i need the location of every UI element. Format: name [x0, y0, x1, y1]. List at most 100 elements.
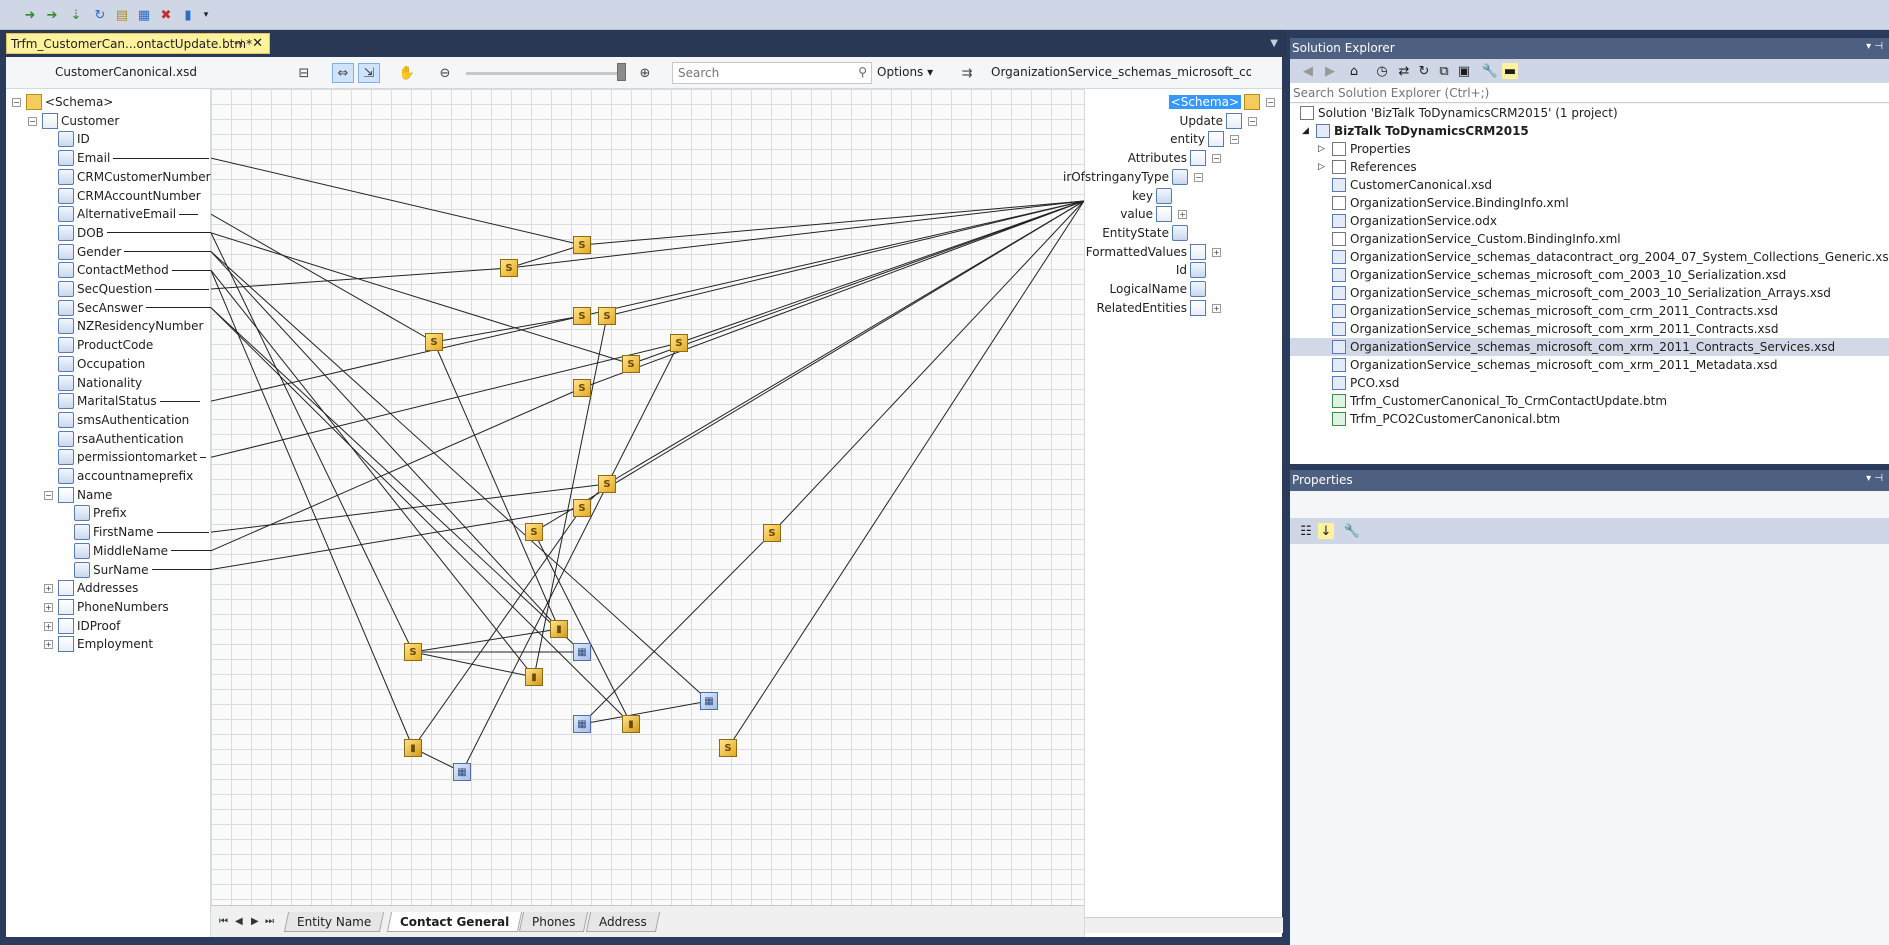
options-dropdown[interactable]: Options ▾: [877, 65, 933, 79]
map-link[interactable]: [211, 315, 583, 402]
map-link[interactable]: [533, 315, 608, 678]
source-node[interactable]: smsAuthentication: [58, 411, 189, 429]
next-page-icon[interactable]: ▶: [251, 916, 259, 927]
destination-node[interactable]: entity: [1170, 130, 1224, 148]
solution-item[interactable]: OrganizationService.odx: [1290, 212, 1889, 230]
prev-page-icon[interactable]: ◀: [235, 916, 243, 927]
source-node[interactable]: IDProof: [58, 617, 120, 635]
expand-arrow-icon[interactable]: ◢: [1302, 126, 1309, 136]
map-link[interactable]: [211, 342, 680, 458]
solution-item[interactable]: OrganizationService_schemas_microsoft_co…: [1290, 302, 1889, 320]
tab-dropdown-icon[interactable]: ▼: [1270, 38, 1278, 49]
page-tab[interactable]: Address: [586, 912, 661, 932]
toolbar-overflow-icon[interactable]: ▾: [198, 7, 214, 23]
solution-item[interactable]: OrganizationService_Custom.BindingInfo.x…: [1290, 230, 1889, 248]
map-link[interactable]: [211, 251, 560, 630]
map-link[interactable]: [630, 200, 1084, 365]
page-tab[interactable]: Entity Name: [283, 912, 385, 932]
indicate-matches-icon[interactable]: ⊟: [293, 63, 315, 83]
solution-item[interactable]: OrganizationService_schemas_microsoft_co…: [1290, 284, 1889, 302]
delete-icon[interactable]: ✖: [158, 7, 174, 23]
expand-toggle-icon[interactable]: −: [1194, 172, 1203, 182]
expand-toggle-icon[interactable]: +: [1178, 210, 1187, 220]
schema-options-icon[interactable]: ⇉: [956, 63, 978, 83]
script-functoid-icon[interactable]: S: [622, 355, 640, 373]
map-link[interactable]: [533, 200, 1084, 533]
refresh-icon[interactable]: ↻: [92, 7, 108, 23]
relevance-view-icon[interactable]: ⇲: [358, 63, 380, 83]
map-link[interactable]: [211, 267, 510, 290]
database-functoid-icon[interactable]: ▮: [622, 715, 640, 733]
run-all-icon[interactable]: ➜: [22, 7, 38, 23]
zoom-slider-thumb[interactable]: [617, 63, 626, 81]
map-link[interactable]: [412, 628, 560, 653]
solution-item[interactable]: CustomerCanonical.xsd: [1290, 176, 1889, 194]
script-functoid-icon[interactable]: S: [573, 236, 591, 254]
expand-toggle-icon[interactable]: −: [12, 98, 21, 107]
map-link[interactable]: [433, 315, 583, 343]
database-functoid-icon[interactable]: ▮: [404, 739, 422, 757]
destination-node[interactable]: irOfstringanyType: [1063, 168, 1188, 186]
solution-item[interactable]: OrganizationService_schemas_microsoft_co…: [1290, 356, 1889, 374]
page-tab[interactable]: Contact General: [387, 912, 523, 932]
expand-toggle-icon[interactable]: +: [44, 602, 53, 612]
script-functoid-icon[interactable]: S: [598, 307, 616, 325]
database-functoid-icon[interactable]: ▮: [550, 620, 568, 638]
expand-toggle-icon[interactable]: −: [1266, 98, 1275, 107]
page-tab[interactable]: Phones: [519, 912, 589, 932]
script-functoid-icon[interactable]: S: [719, 739, 737, 757]
home-icon[interactable]: ⌂: [1346, 63, 1362, 79]
map-link[interactable]: [581, 200, 1084, 246]
expand-toggle-icon[interactable]: −: [1212, 154, 1221, 164]
refresh-tree-icon[interactable]: ↻: [1416, 63, 1432, 79]
source-node[interactable]: Occupation: [58, 355, 145, 373]
solution-item[interactable]: Solution 'BizTalk ToDynamicsCRM2015' (1 …: [1290, 104, 1889, 122]
grid-search-box[interactable]: ⚲: [672, 62, 872, 84]
wrench-icon[interactable]: 🔧: [1482, 63, 1498, 79]
script-functoid-icon[interactable]: S: [573, 499, 591, 517]
map-link[interactable]: [211, 213, 435, 343]
script-functoid-icon[interactable]: S: [763, 524, 781, 542]
database-functoid-icon[interactable]: ▮: [525, 668, 543, 686]
destination-node[interactable]: LogicalName: [1110, 280, 1206, 298]
source-node[interactable]: Employment: [58, 635, 153, 653]
solution-item[interactable]: OrganizationService_schemas_microsoft_co…: [1290, 266, 1889, 284]
source-node[interactable]: Prefix: [74, 504, 127, 522]
solution-item[interactable]: ◢ BizTalk ToDynamicsCRM2015: [1290, 122, 1889, 140]
source-node[interactable]: CRMAccountNumber: [58, 187, 201, 205]
back-icon[interactable]: ◀: [1300, 63, 1316, 79]
source-node[interactable]: NZResidencyNumber: [58, 317, 203, 335]
link-view-icon[interactable]: ⇔: [332, 63, 354, 83]
zoom-out-icon[interactable]: ⊖: [434, 63, 456, 83]
collapse-all-icon[interactable]: ⧉: [1436, 63, 1452, 79]
table-functoid-icon[interactable]: ▦: [453, 763, 471, 781]
map-link[interactable]: [433, 341, 560, 630]
destination-node[interactable]: Id: [1176, 261, 1206, 279]
pan-hand-icon[interactable]: ✋: [396, 63, 418, 83]
map-link[interactable]: [771, 200, 1084, 534]
pane-pin-icon[interactable]: ▾ ⊣: [1866, 41, 1883, 52]
source-node[interactable]: AlternativeEmail: [58, 205, 199, 223]
expand-toggle-icon[interactable]: +: [44, 621, 53, 631]
search-icon[interactable]: ⚲: [858, 65, 867, 79]
source-node[interactable]: MiddleName: [74, 542, 217, 560]
sync-icon[interactable]: ⇄: [1396, 63, 1412, 79]
zoom-in-icon[interactable]: ⊕: [634, 63, 656, 83]
source-node[interactable]: SecQuestion: [58, 280, 210, 298]
source-node[interactable]: permissiontomarket: [58, 448, 207, 466]
map-link[interactable]: [727, 200, 1084, 749]
close-icon[interactable]: ✕: [252, 36, 263, 51]
destination-node[interactable]: value: [1120, 205, 1172, 223]
map-link[interactable]: [533, 531, 632, 725]
source-node[interactable]: Email: [58, 149, 210, 167]
source-node[interactable]: PhoneNumbers: [58, 598, 169, 616]
expand-toggle-icon[interactable]: −: [28, 116, 37, 126]
map-link[interactable]: [211, 157, 583, 246]
script-functoid-icon[interactable]: S: [573, 307, 591, 325]
map-link[interactable]: [211, 307, 583, 653]
table-functoid-icon[interactable]: ▦: [573, 643, 591, 661]
open-folder-icon[interactable]: ▤: [114, 7, 130, 23]
pin-icon[interactable]: ⊣: [233, 37, 243, 50]
mapper-grid[interactable]: S S S S S S S S S S S S S ▮ ▮ ▦ ▦ ▦ ▮ S ▮ ▦: [211, 89, 1084, 905]
solution-item[interactable]: Trfm_CustomerCanonical_To_CrmContactUpda…: [1290, 392, 1889, 410]
